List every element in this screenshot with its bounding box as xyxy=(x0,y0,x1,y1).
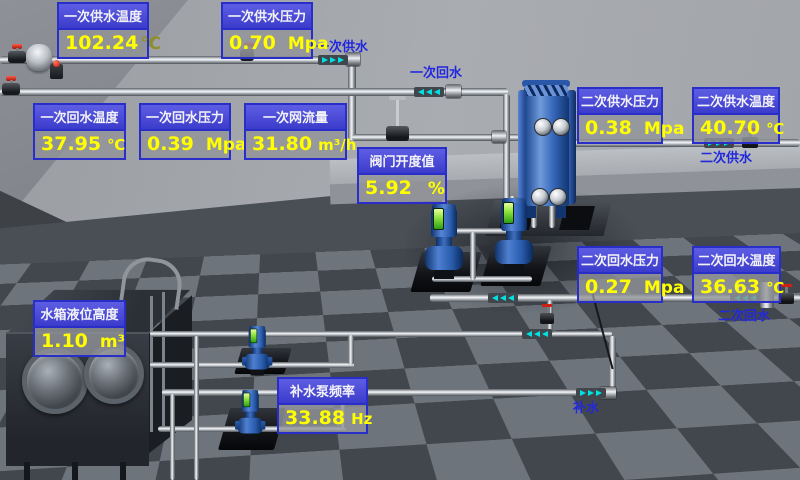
ball-valve-primary-supply[interactable] xyxy=(8,44,26,64)
pump-volute xyxy=(425,246,463,270)
pipe-label-secondary-supply: 二次供水 xyxy=(700,147,752,166)
gauge-primary-supply-temp: 一次供水温度 102.24℃ xyxy=(57,2,149,59)
pipe-makeup-lower xyxy=(162,389,614,396)
gauge-title: 二次供水温度 xyxy=(694,89,778,115)
gauge-title: 一次回水温度 xyxy=(35,105,124,131)
flow-indicator xyxy=(414,87,444,97)
gauge-value: 1.10 xyxy=(41,330,88,352)
gauge-unit: Hz xyxy=(351,410,372,428)
tank-leg xyxy=(72,462,78,480)
pipe-primary-supply-riser xyxy=(348,60,356,140)
gauge-value: 0.39 xyxy=(147,133,194,155)
pipe-tank-drop xyxy=(170,394,175,480)
gauge-value: 0.70 xyxy=(229,32,276,54)
gauge-title: 二次回水压力 xyxy=(579,248,661,274)
gauge-unit: Mpa xyxy=(644,278,685,298)
pipe-flange xyxy=(446,85,461,98)
pipe-label-primary-return: 一次回水 xyxy=(410,62,462,81)
tank-leg xyxy=(120,462,126,480)
gauge-unit: ℃ xyxy=(107,136,125,154)
flow-indicator xyxy=(318,55,348,65)
gauge-makeup-pump-frequency: 补水泵频率 33.88Hz xyxy=(277,377,368,434)
makeup-pump-2[interactable] xyxy=(237,390,263,443)
makeup-pump-1[interactable] xyxy=(244,326,270,379)
gauge-title: 一次供水温度 xyxy=(59,4,147,30)
flow-indicator xyxy=(488,293,518,303)
circulation-pump-1[interactable] xyxy=(424,204,464,284)
gauge-value: 5.92 xyxy=(365,177,412,199)
pump-volute xyxy=(238,418,263,434)
gauge-value: 40.70 xyxy=(700,117,760,139)
gauge-unit: ℃ xyxy=(140,34,161,54)
meter-indicator xyxy=(53,60,60,67)
gauge-unit: ℃ xyxy=(766,279,784,297)
gauge-value: 102.24 xyxy=(65,32,138,54)
gauge-value: 0.27 xyxy=(585,276,632,298)
gauge-primary-supply-pressure: 一次供水压力 0.70Mpa xyxy=(221,2,313,59)
pipe-makeup-link xyxy=(348,335,354,365)
pipe-manifold-drop xyxy=(470,232,476,280)
gauge-title: 阀门开度值 xyxy=(359,149,445,175)
pump-status-light xyxy=(433,208,444,230)
ball-valve-primary-return[interactable] xyxy=(2,76,20,96)
gauge-unit: % xyxy=(428,179,445,199)
control-valve[interactable] xyxy=(384,96,412,146)
pump-volute xyxy=(495,240,533,264)
gauge-value: 36.63 xyxy=(700,276,760,298)
gauge-unit: ℃ xyxy=(766,120,784,138)
hx-foot xyxy=(556,206,566,218)
gauge-primary-flow: 一次网流量 31.80m³/h xyxy=(244,103,347,160)
gauge-secondary-supply-pressure: 二次供水压力 0.38Mpa xyxy=(577,87,663,144)
hmi-heating-station-screen: 一次供水 一次回水 二次供水 二次回水 补水 一次供水温度 102.24℃ 一次… xyxy=(0,0,800,480)
circulation-pump-2[interactable] xyxy=(494,198,534,278)
gauge-unit: Mpa xyxy=(644,119,685,139)
gauge-value: 0.38 xyxy=(585,117,632,139)
gauge-unit: Mpa xyxy=(288,34,329,54)
gauge-secondary-return-pressure: 二次回水压力 0.27Mpa xyxy=(577,246,663,303)
gauge-secondary-supply-temp: 二次供水温度 40.70℃ xyxy=(692,87,780,144)
pump-status-light xyxy=(243,393,250,408)
gauge-title: 一次供水压力 xyxy=(223,4,311,30)
gauge-title: 水箱液位高度 xyxy=(35,302,124,328)
gauge-unit: m³ xyxy=(100,332,125,352)
pump-volute xyxy=(245,354,270,370)
gauge-primary-return-temp: 一次回水温度 37.95 ℃ xyxy=(33,103,126,160)
hx-port xyxy=(534,118,552,136)
meter-device xyxy=(50,64,63,79)
gauge-value: 33.88 xyxy=(285,407,345,429)
gauge-valve-opening: 阀门开度值 5.92% xyxy=(357,147,447,204)
gauge-unit: m³/h xyxy=(318,136,356,154)
pump-status-light xyxy=(503,202,514,224)
tank-leg xyxy=(24,462,30,480)
pipe-label-makeup-water: 补水 xyxy=(573,397,599,416)
gauge-title: 二次供水压力 xyxy=(579,89,661,115)
gauge-title: 二次回水温度 xyxy=(694,248,779,274)
gate-valve-makeup-branch[interactable] xyxy=(540,304,554,326)
hx-port xyxy=(552,118,570,136)
flow-indicator xyxy=(522,329,552,339)
strainer-vessel xyxy=(26,44,52,71)
gauge-title: 一次网流量 xyxy=(246,105,345,131)
pipe-fitting xyxy=(492,131,506,143)
gauge-title: 补水泵频率 xyxy=(279,379,366,405)
pipe-label-secondary-return: 二次回水 xyxy=(718,305,770,324)
hx-port xyxy=(549,188,567,206)
gauge-unit: Mpa xyxy=(206,135,247,155)
gauge-primary-return-pressure: 一次回水压力 0.39Mpa xyxy=(139,103,231,160)
gauge-tank-level: 水箱液位高度 1.10 m³ xyxy=(33,300,126,357)
pump-status-light xyxy=(250,329,257,344)
tank-manhole-left xyxy=(22,348,88,414)
pipe-tank-drop2 xyxy=(194,336,199,480)
gauge-secondary-return-temp: 二次回水温度 36.63 ℃ xyxy=(692,246,781,303)
gauge-title: 一次回水压力 xyxy=(141,105,229,131)
gauge-value: 37.95 xyxy=(41,133,101,155)
gauge-value: 31.80 xyxy=(252,133,312,155)
